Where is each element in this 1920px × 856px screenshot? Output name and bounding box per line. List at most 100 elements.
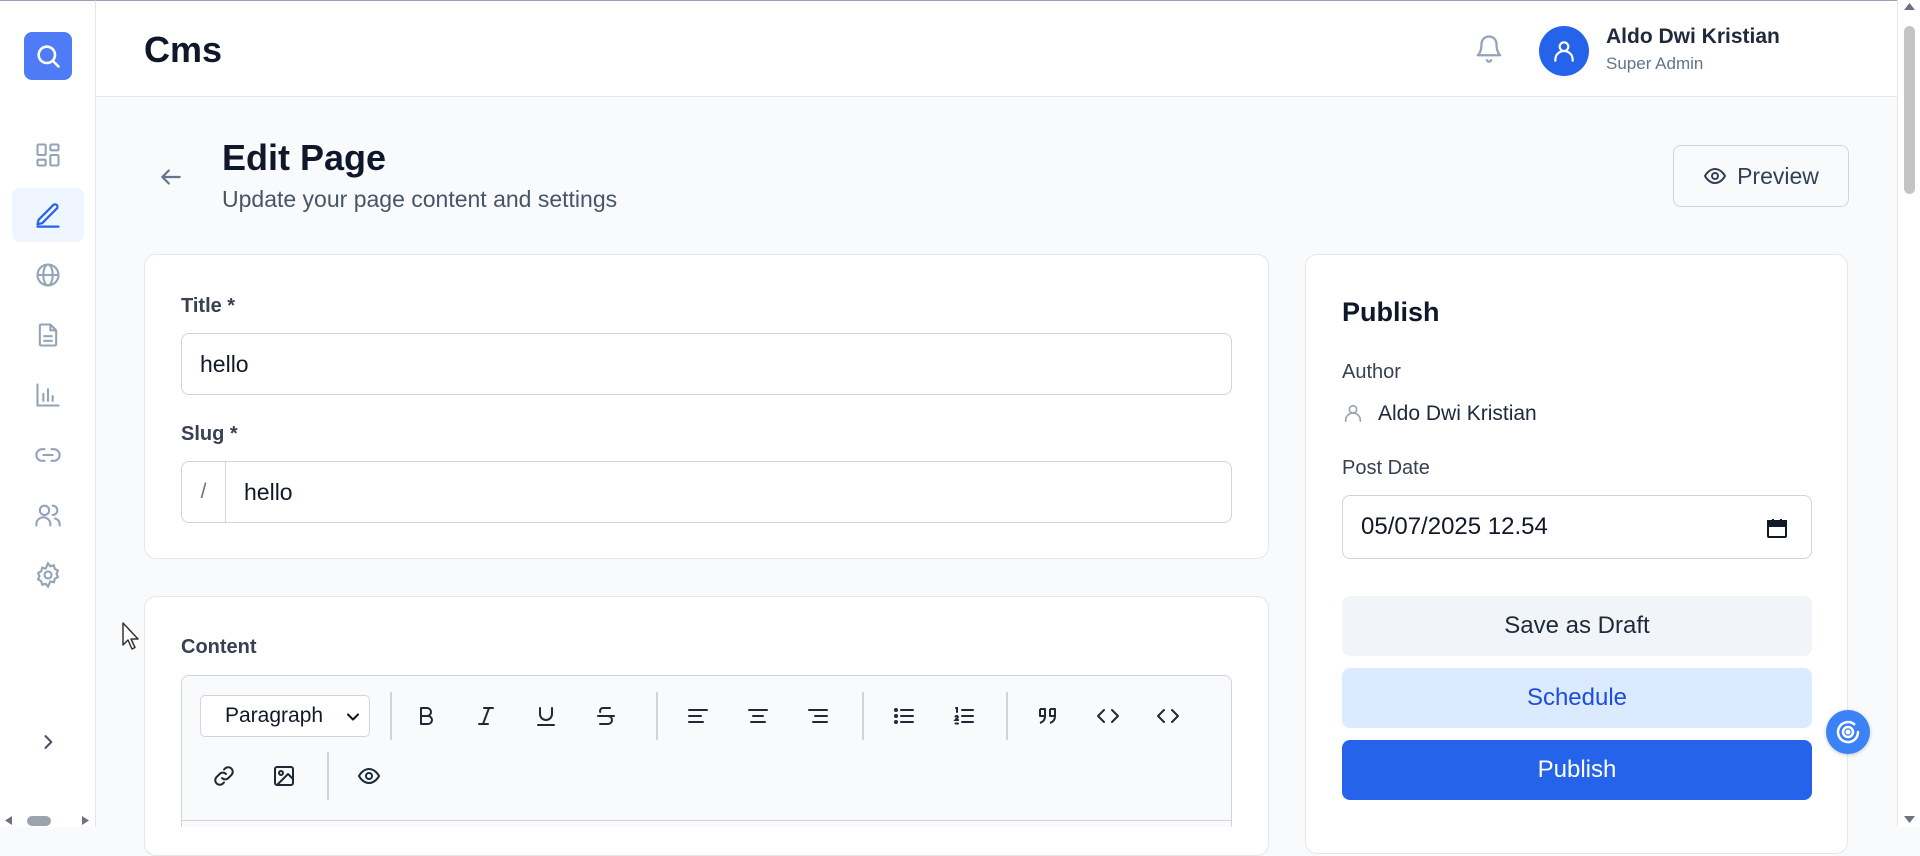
scroll-right-arrow-icon bbox=[82, 816, 89, 825]
eye-icon bbox=[1703, 167, 1727, 185]
mouse-cursor-icon bbox=[121, 621, 143, 651]
save-draft-button[interactable]: Save as Draft bbox=[1342, 596, 1812, 656]
toolbar-bottom-border bbox=[182, 820, 1231, 821]
document-icon bbox=[38, 323, 58, 347]
sidebar-item-settings[interactable] bbox=[12, 548, 84, 602]
notifications-button[interactable] bbox=[1474, 34, 1504, 64]
strikethrough-button[interactable] bbox=[588, 698, 624, 734]
sidebar-item-dashboard[interactable] bbox=[12, 128, 84, 182]
scroll-thumb bbox=[27, 816, 51, 826]
sidebar-item-web[interactable] bbox=[12, 248, 84, 302]
avatar[interactable] bbox=[1539, 26, 1589, 76]
title-input[interactable]: hello bbox=[181, 333, 1232, 395]
toolbar-divider bbox=[1006, 692, 1008, 740]
bold-icon bbox=[420, 707, 433, 725]
bold-button[interactable] bbox=[408, 698, 444, 734]
vertical-scrollbar[interactable] bbox=[1897, 0, 1920, 827]
back-button[interactable] bbox=[156, 162, 186, 192]
user-icon bbox=[1344, 404, 1362, 423]
slug-label: Slug * bbox=[181, 423, 238, 445]
toolbar-divider bbox=[862, 692, 864, 740]
sidebar-item-documents[interactable] bbox=[12, 308, 84, 362]
slug-input-value: hello bbox=[244, 478, 293, 505]
grid-icon bbox=[36, 143, 60, 167]
floating-assistant-button[interactable] bbox=[1826, 710, 1870, 754]
align-left-button[interactable] bbox=[680, 698, 716, 734]
content-label: Content bbox=[181, 636, 257, 658]
bullet-list-button[interactable] bbox=[886, 698, 922, 734]
author-name: Aldo Dwi Kristian bbox=[1378, 402, 1537, 425]
blockquote-button[interactable] bbox=[1030, 698, 1066, 734]
toolbar-divider bbox=[656, 692, 658, 740]
schedule-button[interactable]: Schedule bbox=[1342, 668, 1812, 728]
bullet-list-icon bbox=[894, 708, 914, 724]
toggle-preview-button[interactable] bbox=[351, 758, 387, 794]
code-block-button[interactable] bbox=[1150, 698, 1186, 734]
chevron-right-icon bbox=[44, 735, 53, 749]
title-input-value: hello bbox=[200, 350, 249, 377]
calendar-icon bbox=[1767, 519, 1787, 538]
sidebar-item-pages[interactable] bbox=[12, 188, 84, 242]
scroll-down-arrow-icon bbox=[1904, 816, 1915, 823]
italic-icon bbox=[478, 707, 494, 725]
bar-chart-icon bbox=[36, 383, 60, 407]
strikethrough-icon bbox=[597, 707, 615, 725]
align-center-button[interactable] bbox=[740, 698, 776, 734]
user-icon bbox=[1554, 41, 1574, 62]
numbered-list-icon bbox=[953, 707, 974, 725]
post-date-input[interactable]: 05/07/2025 12.54 bbox=[1342, 495, 1812, 559]
eye-icon bbox=[357, 767, 381, 785]
author-user-icon-wrap bbox=[1342, 402, 1364, 424]
link-icon bbox=[35, 448, 61, 462]
insert-image-button[interactable] bbox=[266, 758, 302, 794]
underline-icon bbox=[537, 707, 555, 726]
insert-link-button[interactable] bbox=[206, 758, 242, 794]
underline-button[interactable] bbox=[528, 698, 564, 734]
chevron-down-icon bbox=[346, 713, 360, 721]
preview-button[interactable]: Preview bbox=[1673, 145, 1849, 207]
sidebar-item-users[interactable] bbox=[12, 488, 84, 542]
horizontal-scrollbar[interactable] bbox=[0, 813, 96, 828]
align-right-button[interactable] bbox=[800, 698, 836, 734]
page-title: Edit Page bbox=[222, 137, 387, 178]
align-center-icon bbox=[748, 709, 768, 723]
toolbar-divider bbox=[390, 692, 392, 740]
publish-button[interactable]: Publish bbox=[1342, 740, 1812, 800]
pencil-icon bbox=[36, 203, 60, 228]
gear-icon bbox=[36, 561, 60, 589]
globe-icon bbox=[36, 263, 60, 287]
align-left-icon bbox=[688, 709, 708, 723]
bell-icon bbox=[1476, 35, 1502, 63]
vertical-scroll-thumb[interactable] bbox=[1904, 26, 1915, 194]
inline-code-button[interactable] bbox=[1090, 698, 1126, 734]
block-format-select[interactable]: Paragraph bbox=[200, 695, 370, 737]
page-subtitle: Update your page content and settings bbox=[222, 186, 618, 212]
users-icon bbox=[35, 504, 61, 527]
author-label: Author bbox=[1342, 361, 1401, 383]
image-icon bbox=[274, 766, 294, 786]
toolbar-divider bbox=[327, 752, 329, 800]
sidebar-item-links[interactable] bbox=[12, 428, 84, 482]
align-right-icon bbox=[808, 709, 828, 723]
editor-toolbar: Paragraph bbox=[181, 675, 1232, 827]
title-label: Title * bbox=[181, 295, 236, 317]
app-title: Cms bbox=[144, 29, 223, 70]
post-date-label: Post Date bbox=[1342, 457, 1430, 479]
sidebar-item-analytics[interactable] bbox=[12, 368, 84, 422]
code-icon bbox=[1157, 709, 1179, 723]
italic-button[interactable] bbox=[468, 698, 504, 734]
block-format-value: Paragraph bbox=[225, 704, 324, 727]
search-logo-button[interactable] bbox=[24, 32, 72, 80]
assistant-icon bbox=[1836, 720, 1860, 744]
sidebar-expand-button[interactable] bbox=[36, 730, 60, 754]
scroll-left-arrow-icon bbox=[5, 816, 12, 825]
search-icon bbox=[37, 45, 60, 68]
user-name: Aldo Dwi Kristian bbox=[1606, 25, 1780, 48]
top-header: Cms Aldo Dwi Kristian Super Admin bbox=[96, 0, 1920, 97]
publish-heading: Publish bbox=[1342, 297, 1440, 327]
numbered-list-button[interactable] bbox=[946, 698, 982, 734]
slug-input[interactable]: / hello bbox=[181, 461, 1232, 523]
quote-icon bbox=[1039, 708, 1056, 724]
preview-label: Preview bbox=[1737, 162, 1819, 189]
sidebar bbox=[0, 0, 96, 827]
